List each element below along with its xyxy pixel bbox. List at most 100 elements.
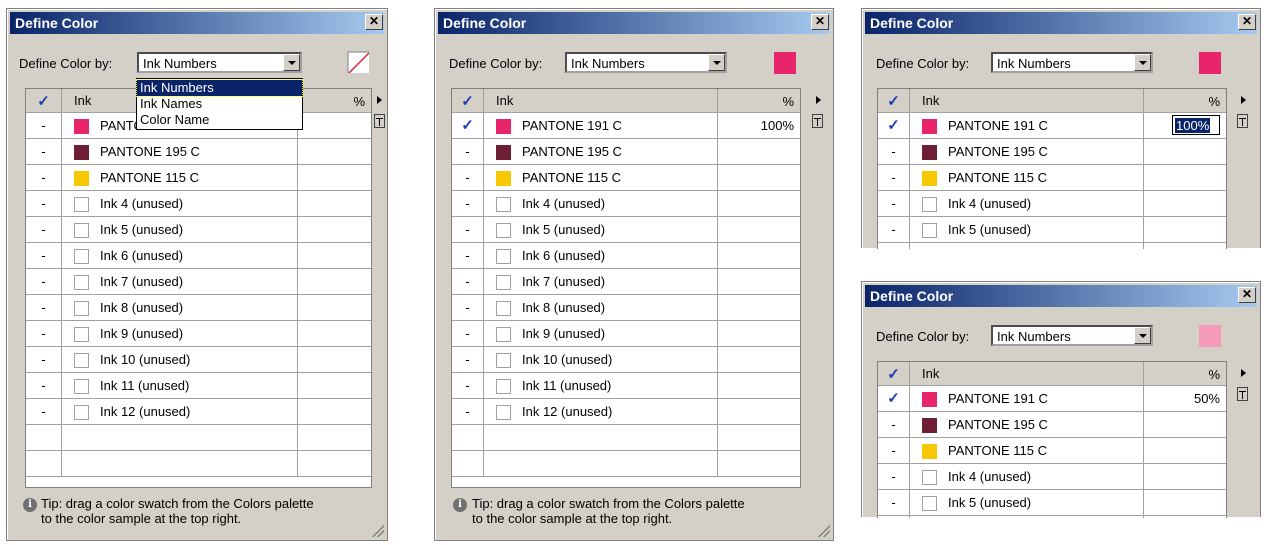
resize-grip-icon[interactable] [818,525,830,537]
ink-cell[interactable]: PANTONE 191 C [484,113,718,138]
close-button[interactable]: ✕ [811,14,829,30]
ink-cell[interactable]: Ink 7 (unused) [484,269,718,294]
percent-cell[interactable] [1144,243,1226,249]
percent-cell[interactable] [298,217,371,242]
percent-cell[interactable] [298,425,371,450]
percent-cell[interactable] [1144,217,1226,242]
header-ink-cell[interactable]: Ink [484,89,718,112]
table-row[interactable]: - Ink 6 (unused) [878,516,1226,518]
check-cell[interactable] [26,451,62,476]
percent-cell[interactable] [298,347,371,372]
table-row[interactable]: - Ink 4 (unused) [452,191,800,217]
check-cell[interactable]: - [452,373,484,398]
close-button[interactable]: ✕ [1238,14,1256,30]
pin-icon[interactable] [1237,114,1248,128]
ink-cell[interactable]: Ink 11 (unused) [62,373,298,398]
percent-input[interactable]: 100% [1172,115,1220,135]
percent-cell[interactable] [718,165,800,190]
table-row[interactable]: - Ink 4 (unused) [26,191,371,217]
ink-cell[interactable]: Ink 7 (unused) [62,269,298,294]
table-row[interactable]: - PANTONE 115 C [452,165,800,191]
check-cell[interactable]: - [26,191,62,216]
ink-cell[interactable]: Ink 10 (unused) [62,347,298,372]
ink-cell[interactable]: PANTONE 115 C [910,438,1144,463]
table-row[interactable]: - Ink 5 (unused) [26,217,371,243]
check-cell[interactable]: - [26,139,62,164]
check-cell[interactable]: ✓ [878,113,910,138]
table-row[interactable]: - Ink 9 (unused) [26,321,371,347]
panel-menu-arrow-icon[interactable] [1241,369,1246,377]
percent-cell[interactable] [298,269,371,294]
define-color-by-select[interactable]: Ink Numbers [991,52,1153,73]
table-row[interactable]: - Ink 5 (unused) [878,490,1226,516]
check-cell[interactable]: - [452,347,484,372]
check-cell[interactable]: - [878,464,910,489]
check-cell[interactable]: - [878,438,910,463]
percent-cell[interactable] [298,399,371,424]
percent-cell[interactable] [1144,139,1226,164]
resize-grip-icon[interactable] [372,525,384,537]
check-cell[interactable]: - [878,165,910,190]
ink-cell[interactable]: Ink 5 (unused) [484,217,718,242]
table-row[interactable]: - Ink 9 (unused) [452,321,800,347]
ink-cell[interactable]: Ink 6 (unused) [910,516,1144,518]
check-cell[interactable]: - [878,243,910,249]
ink-cell[interactable]: PANTONE 115 C [62,165,298,190]
ink-cell[interactable]: Ink 9 (unused) [62,321,298,346]
color-sample[interactable] [1199,325,1221,347]
percent-cell[interactable] [1144,516,1226,518]
table-row[interactable]: - Ink 10 (unused) [452,347,800,373]
check-cell[interactable]: - [26,295,62,320]
check-cell[interactable] [452,451,484,476]
ink-cell[interactable]: PANTONE 195 C [910,139,1144,164]
table-row[interactable]: - Ink 6 (unused) [26,243,371,269]
table-row[interactable]: - PANTONE 115 C [878,165,1226,191]
ink-cell[interactable]: PANTONE 191 C [910,386,1144,411]
percent-cell[interactable]: 100% [1144,113,1226,138]
table-row[interactable]: - Ink 5 (unused) [452,217,800,243]
header-ink-cell[interactable]: Ink [910,89,1144,112]
header-ink-cell[interactable]: Ink [910,362,1144,385]
pin-icon[interactable] [812,114,823,128]
chevron-down-icon[interactable] [1134,327,1151,344]
check-cell[interactable]: - [26,399,62,424]
check-cell[interactable]: - [26,347,62,372]
header-pct-cell[interactable]: % [1144,362,1226,385]
ink-cell[interactable]: Ink 8 (unused) [484,295,718,320]
percent-cell[interactable] [1144,412,1226,437]
ink-cell[interactable]: Ink 12 (unused) [484,399,718,424]
check-cell[interactable] [452,425,484,450]
check-cell[interactable]: - [26,269,62,294]
check-cell[interactable]: - [878,191,910,216]
panel-menu-arrow-icon[interactable] [377,96,382,104]
option-ink-numbers[interactable]: Ink Numbers [136,79,303,97]
percent-cell[interactable] [298,113,371,138]
table-row[interactable]: - Ink 7 (unused) [452,269,800,295]
check-cell[interactable]: - [452,295,484,320]
percent-cell[interactable] [718,295,800,320]
table-row[interactable]: - Ink 5 (unused) [878,217,1226,243]
ink-cell[interactable]: PANTONE 115 C [910,165,1144,190]
ink-cell[interactable]: Ink 4 (unused) [910,464,1144,489]
ink-cell[interactable]: Ink 6 (unused) [484,243,718,268]
table-row[interactable]: - Ink 11 (unused) [26,373,371,399]
check-cell[interactable]: - [452,269,484,294]
table-row[interactable]: ✓ PANTONE 191 C 50% [878,386,1226,412]
table-row[interactable] [26,425,371,451]
table-row[interactable]: - Ink 11 (unused) [452,373,800,399]
header-pct-cell[interactable]: % [298,89,371,112]
check-cell[interactable]: ✓ [452,113,484,138]
percent-cell[interactable] [298,321,371,346]
ink-cell[interactable]: Ink 9 (unused) [484,321,718,346]
panel-menu-arrow-icon[interactable] [1241,96,1246,104]
ink-cell[interactable]: PANTONE 195 C [910,412,1144,437]
check-cell[interactable]: - [452,243,484,268]
ink-cell[interactable]: Ink 11 (unused) [484,373,718,398]
pin-icon[interactable] [1237,387,1248,401]
check-cell[interactable]: - [878,490,910,515]
table-row[interactable]: - Ink 10 (unused) [26,347,371,373]
percent-cell[interactable] [718,217,800,242]
percent-cell[interactable] [298,295,371,320]
percent-cell[interactable] [718,269,800,294]
ink-cell[interactable]: Ink 6 (unused) [62,243,298,268]
